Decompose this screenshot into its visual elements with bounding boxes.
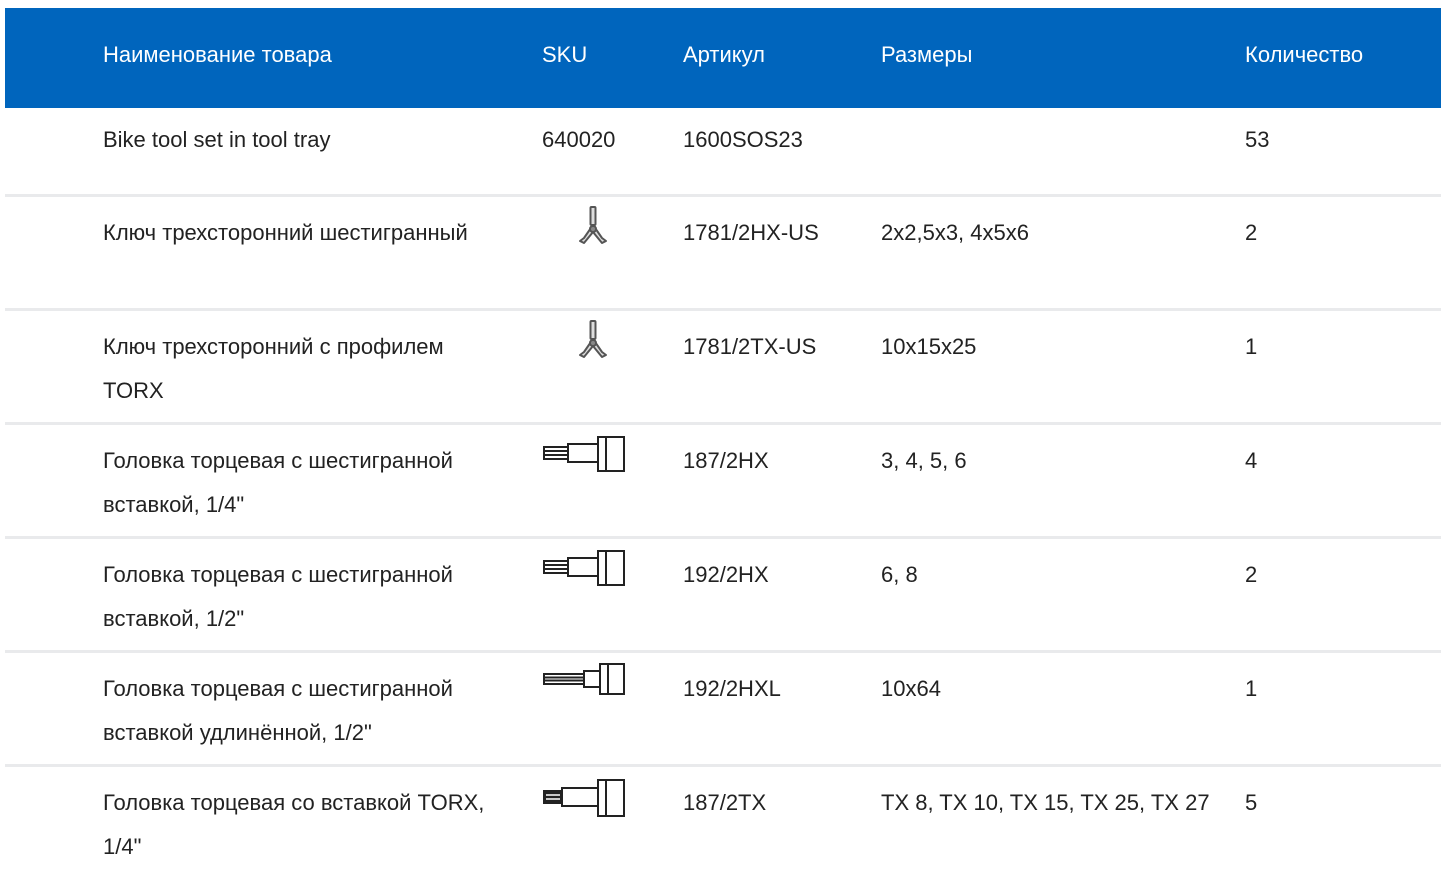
product-quantity: 2 [1245, 562, 1258, 587]
table-header: Наименование товара SKU Артикул Размеры … [5, 8, 1441, 108]
column-header-article[interactable]: Артикул [683, 42, 873, 68]
product-sizes: 2x2,5x3, 4x5x6 [881, 220, 1029, 245]
long-hex-socket-bit-icon [542, 661, 628, 705]
table-row: Головка торцевая с шестигранной вставкой… [5, 422, 1441, 536]
column-header-sizes[interactable]: Размеры [881, 42, 1211, 68]
hex-socket-bit-icon [542, 549, 628, 593]
product-quantity: 4 [1245, 448, 1258, 473]
column-header-name[interactable]: Наименование товара [103, 42, 503, 68]
product-name[interactable]: Bike tool set in tool tray [103, 118, 503, 162]
product-article: 1600SOS23 [683, 127, 803, 152]
product-name[interactable]: Головка торцевая со вставкой TORX, 1/4" [103, 781, 503, 869]
product-sizes: 10x15x25 [881, 334, 977, 359]
column-header-quantity[interactable]: Количество [1245, 42, 1395, 68]
product-name[interactable]: Ключ трехсторонний шестигранный [103, 211, 503, 255]
product-quantity: 2 [1245, 220, 1258, 245]
table-row: Головка торцевая с шестигранной вставкой… [5, 536, 1441, 650]
product-sizes: 10x64 [881, 676, 941, 701]
product-sizes: 6, 8 [881, 562, 918, 587]
product-name[interactable]: Головка торцевая с шестигранной вставкой… [103, 667, 503, 755]
product-quantity: 1 [1245, 334, 1258, 359]
product-table: Наименование товара SKU Артикул Размеры … [5, 8, 1441, 869]
table-row: Ключ трехсторонний с профилем TORX 1781/… [5, 308, 1441, 422]
torx-socket-bit-icon [542, 777, 628, 821]
product-article: 1781/2TX-US [683, 334, 817, 359]
product-sizes: TX 8, TX 10, TX 15, TX 25, TX 27 [881, 790, 1210, 815]
y-wrench-icon [542, 319, 628, 363]
product-name[interactable]: Ключ трехсторонний с профилем TORX [103, 325, 503, 413]
product-quantity: 5 [1245, 790, 1258, 815]
product-article: 192/2HXL [683, 676, 781, 701]
column-header-sku[interactable]: SKU [542, 42, 652, 68]
y-wrench-icon [542, 205, 628, 249]
product-quantity: 1 [1245, 676, 1258, 701]
product-article: 187/2TX [683, 790, 767, 815]
hex-socket-bit-icon [542, 435, 628, 479]
table-row: Bike tool set in tool tray 640020 1600SO… [5, 108, 1441, 194]
product-quantity: 53 [1245, 127, 1270, 152]
product-sizes: 3, 4, 5, 6 [881, 448, 967, 473]
product-article: 1781/2HX-US [683, 220, 819, 245]
table-row: Головка торцевая с шестигранной вставкой… [5, 650, 1441, 764]
product-name[interactable]: Головка торцевая с шестигранной вставкой… [103, 553, 503, 641]
product-sku: 640020 [542, 127, 616, 152]
table-row: Головка торцевая со вставкой TORX, 1/4" … [5, 764, 1441, 869]
product-article: 187/2HX [683, 448, 769, 473]
product-article: 192/2HX [683, 562, 769, 587]
table-row: Ключ трехсторонний шестигранный 1781/2HX… [5, 194, 1441, 308]
product-name[interactable]: Головка торцевая с шестигранной вставкой… [103, 439, 503, 527]
